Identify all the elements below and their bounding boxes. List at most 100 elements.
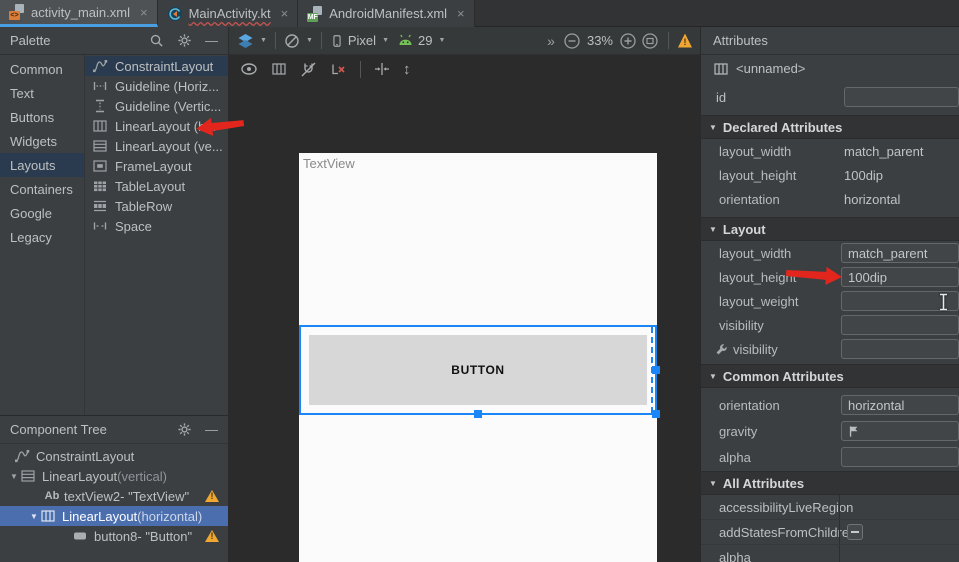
tree-node-linearlayout-vertical[interactable]: ▼ LinearLayout(vertical): [0, 466, 228, 486]
tab-mainactivity-kt[interactable]: MainActivity.kt ×: [158, 0, 299, 27]
attr-row: layout_width match_parent: [701, 241, 959, 265]
android-icon: [397, 34, 414, 47]
chevron-down-icon[interactable]: ▼: [8, 472, 20, 481]
api-level-label: 29: [418, 33, 432, 48]
tools-visibility-field[interactable]: [841, 339, 959, 359]
collapse-icon: ▼: [709, 372, 717, 381]
selected-linearlayout[interactable]: BUTTON: [299, 325, 657, 415]
tree-node-textview2[interactable]: Ab textView2- "TextView" !: [0, 486, 228, 506]
zoom-in-icon[interactable]: [619, 32, 637, 50]
tab-androidmanifest-xml[interactable]: MF AndroidManifest.xml ×: [298, 0, 474, 27]
api-select[interactable]: 29 ▼: [397, 33, 445, 48]
section-declared-attributes[interactable]: ▼ Declared Attributes: [701, 115, 959, 139]
minimize-icon[interactable]: —: [205, 422, 218, 437]
close-icon[interactable]: ×: [140, 5, 148, 20]
palette-title: Palette: [10, 33, 50, 48]
resize-handle-bottom-center[interactable]: [474, 410, 482, 418]
warning-icon[interactable]: !: [205, 490, 219, 502]
linearlayout-vertical-icon: [92, 138, 108, 154]
canvas-button[interactable]: BUTTON: [309, 335, 647, 405]
section-all-attributes[interactable]: ▼ All Attributes: [701, 471, 959, 495]
tree-node-button8[interactable]: button8- "Button" !: [0, 526, 228, 546]
palette-item-guideline-vertical[interactable]: Guideline (Vertic...: [85, 96, 228, 116]
alpha-field[interactable]: [841, 447, 959, 467]
palette-category-widgets[interactable]: Widgets: [0, 129, 84, 153]
palette-item-linearlayout-vertical[interactable]: LinearLayout (ve...: [85, 136, 228, 156]
resize-handle-bottom-right[interactable]: [652, 410, 660, 418]
attributes-header: Attributes: [701, 27, 959, 55]
theme-select[interactable]: ▼: [284, 33, 313, 49]
autoconnect-off-magnet-icon[interactable]: [300, 61, 317, 78]
orientation-field[interactable]: horizontal: [841, 395, 959, 415]
tab-label: MainActivity.kt: [189, 6, 271, 21]
id-input[interactable]: [844, 87, 959, 107]
component-tree-list: ConstraintLayout ▼ LinearLayout(vertical…: [0, 444, 228, 546]
orientation-icon[interactable]: [271, 61, 287, 77]
align-center-horizontal-icon[interactable]: [374, 61, 390, 77]
zoom-out-icon[interactable]: [563, 32, 581, 50]
gear-icon[interactable]: [177, 422, 192, 437]
chevron-down-icon[interactable]: ▼: [28, 512, 40, 521]
palette-item-guideline-horizontal[interactable]: Guideline (Horiz...: [85, 76, 228, 96]
palette-category-buttons[interactable]: Buttons: [0, 105, 84, 129]
view-options-eye-icon[interactable]: [240, 62, 258, 76]
canvas-textview[interactable]: TextView: [303, 156, 355, 171]
palette-item-tablerow[interactable]: TableRow: [85, 196, 228, 216]
tree-node-linearlayout-horizontal[interactable]: ▼ LinearLayout(horizontal): [0, 506, 228, 526]
accessibilityliveregion-value-cell[interactable]: [839, 495, 959, 519]
section-common-attributes[interactable]: ▼ Common Attributes: [701, 364, 959, 388]
clear-constraints-icon[interactable]: [330, 61, 347, 77]
collapse-icon: ▼: [709, 225, 717, 234]
palette-category-google[interactable]: Google: [0, 201, 84, 225]
component-tree-header: Component Tree —: [0, 416, 228, 444]
palette-category-layouts[interactable]: Layouts: [0, 153, 84, 177]
palette-category-legacy[interactable]: Legacy: [0, 225, 84, 249]
design-mode-select[interactable]: ▼: [237, 33, 267, 49]
toolbar-overflow-icon[interactable]: »: [547, 33, 554, 49]
button-icon: [72, 528, 88, 544]
close-icon[interactable]: ×: [281, 6, 289, 21]
palette-item-list: ConstraintLayout Guideline (Horiz... Gui…: [85, 55, 228, 415]
gear-icon[interactable]: [177, 33, 192, 48]
palette-category-common[interactable]: Common: [0, 57, 84, 81]
visibility-field[interactable]: [841, 315, 959, 335]
zoom-to-fit-icon[interactable]: [641, 32, 659, 50]
attr-row: orientation horizontal: [701, 187, 959, 211]
attr-value[interactable]: 100dip: [844, 168, 883, 183]
search-icon[interactable]: [149, 33, 164, 48]
gravity-field[interactable]: [841, 421, 959, 441]
device-select[interactable]: Pixel ▼: [330, 33, 389, 49]
palette-item-space[interactable]: Space: [85, 216, 228, 236]
no-theme-icon: [284, 33, 300, 49]
red-arrow-layout-height-annotation: [785, 264, 842, 286]
device-canvas[interactable]: TextView BUTTON: [299, 153, 657, 562]
indeterminate-checkbox[interactable]: [847, 524, 863, 540]
attr-value[interactable]: horizontal: [844, 192, 900, 207]
warnings-icon[interactable]: !: [678, 34, 692, 48]
attr-value[interactable]: match_parent: [844, 144, 924, 159]
close-icon[interactable]: ×: [457, 6, 465, 21]
alpha-value-cell[interactable]: [839, 545, 959, 562]
palette-item-tablelayout[interactable]: TableLayout: [85, 176, 228, 196]
attributes-panel: Attributes <unnamed> id ▼ Declared Attri…: [700, 27, 959, 562]
palette-category-containers[interactable]: Containers: [0, 177, 84, 201]
layout-height-field[interactable]: 100dip: [841, 267, 959, 287]
tab-activity-main-xml[interactable]: <> activity_main.xml ×: [0, 0, 158, 27]
design-surface: ↕ TextView BUTTON: [228, 55, 700, 562]
warning-icon[interactable]: !: [205, 530, 219, 542]
minimize-icon[interactable]: —: [205, 33, 218, 48]
attr-row: layout_height 100dip: [701, 163, 959, 187]
section-layout[interactable]: ▼ Layout: [701, 217, 959, 241]
id-label: id: [716, 90, 726, 105]
palette-item-framelayout[interactable]: FrameLayout: [85, 156, 228, 176]
palette-item-constraintlayout[interactable]: ConstraintLayout: [85, 56, 228, 76]
expand-vertical-icon[interactable]: ↕: [403, 61, 411, 78]
kotlin-file-icon: [167, 6, 183, 22]
tree-node-constraintlayout[interactable]: ConstraintLayout: [0, 446, 228, 466]
collapse-icon: ▼: [709, 123, 717, 132]
layout-width-field[interactable]: match_parent: [841, 243, 959, 263]
palette-category-text[interactable]: Text: [0, 81, 84, 105]
constraintlayout-icon: [14, 448, 30, 464]
resize-handle-right-middle[interactable]: [652, 366, 660, 374]
attr-row: visibility: [701, 313, 959, 337]
